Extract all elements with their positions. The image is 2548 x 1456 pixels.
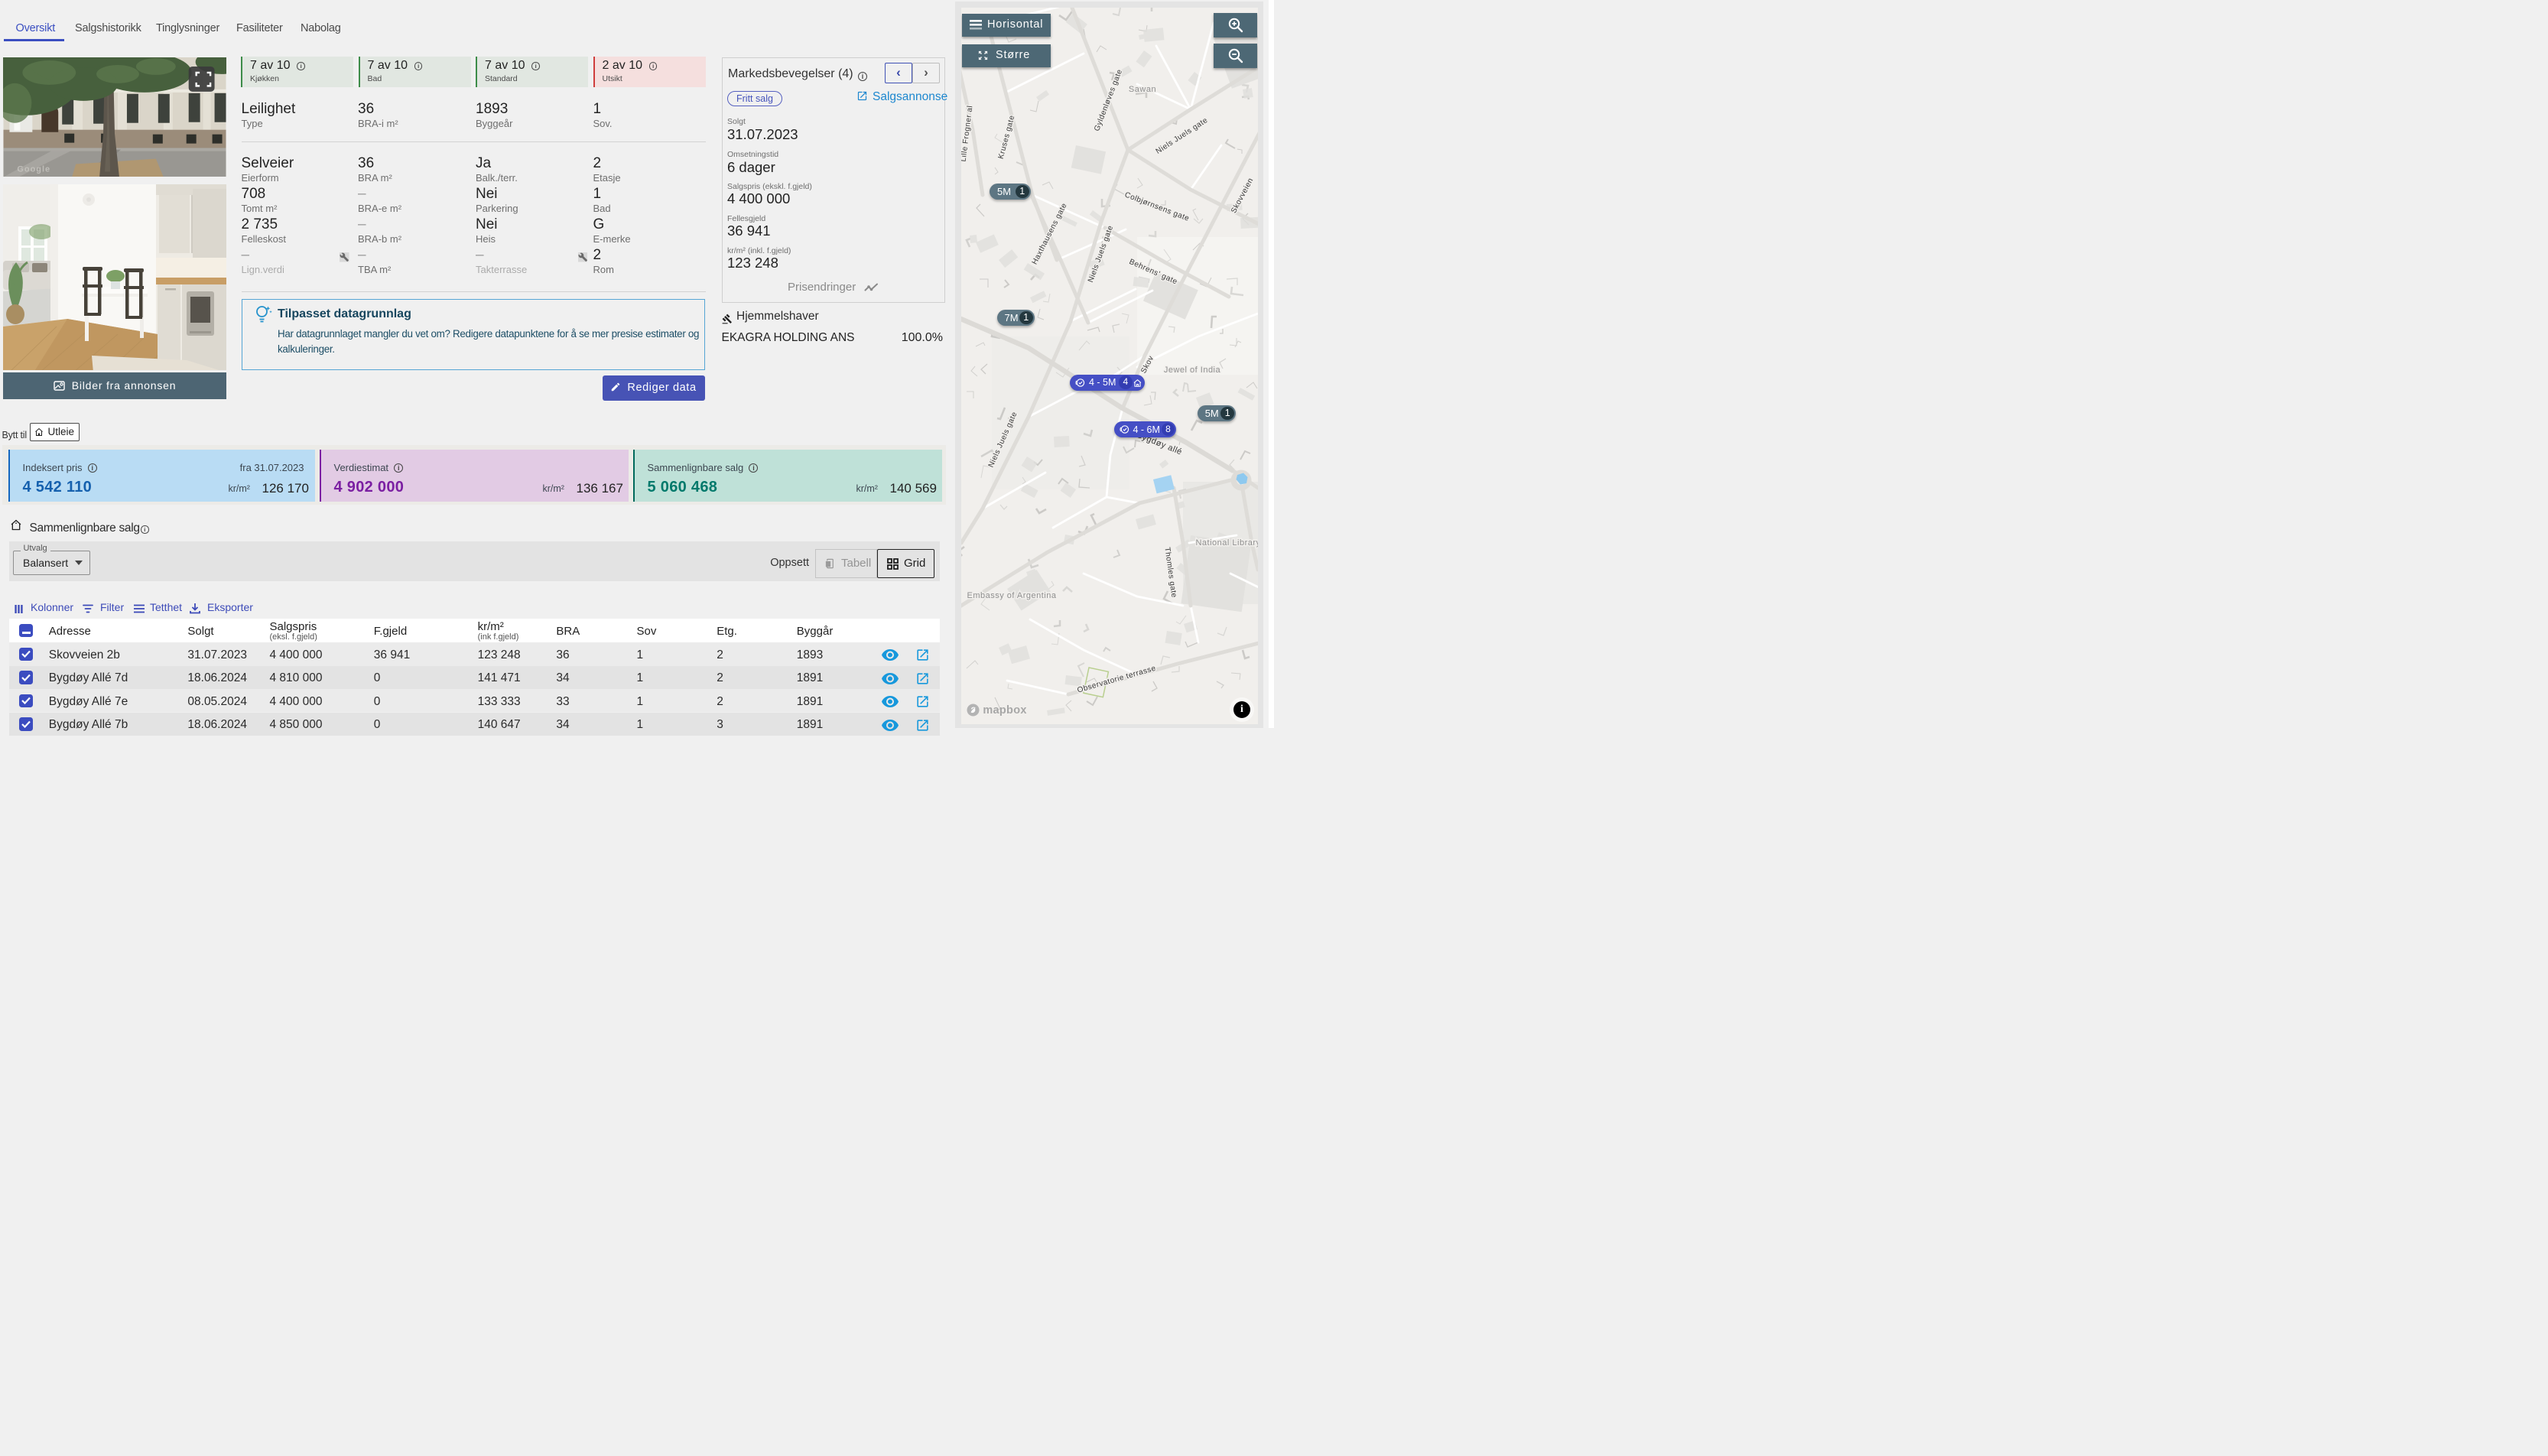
svg-text:Sawan: Sawan [1129,85,1156,94]
svg-text:Embassy of Argentina: Embassy of Argentina [967,591,1056,600]
svg-text:Google: Google [17,164,50,174]
svg-text:Jewel of India: Jewel of India [1164,366,1221,375]
svg-text:National Library: National Library [1195,538,1258,548]
